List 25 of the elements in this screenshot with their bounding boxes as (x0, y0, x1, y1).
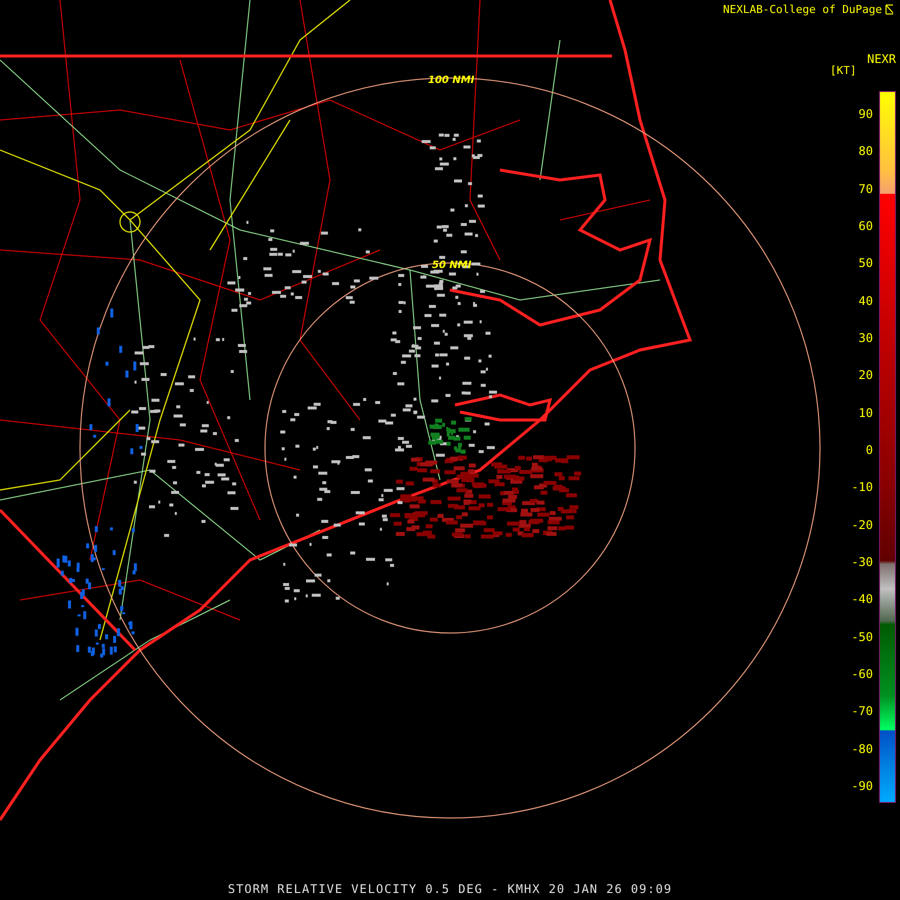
legend-tick-label: -60 (851, 668, 873, 680)
legend-tick-label: 30 (858, 332, 873, 344)
legend-tick-label: 80 (858, 145, 873, 158)
legend-title: NEXR (867, 52, 896, 66)
legend-tick-label: 40 (858, 294, 873, 307)
legend-tick-label: 0 (866, 444, 873, 456)
range-ring-label: 100 NMI (428, 75, 474, 86)
legend-tick-label: 90 (858, 108, 873, 120)
legend-tick-label: -90 (851, 780, 873, 792)
legend-tick-label: 60 (858, 220, 873, 232)
legend-tick-label: -30 (851, 556, 873, 568)
legend-tick-label: 70 (858, 182, 873, 195)
product-caption: STORM RELATIVE VELOCITY 0.5 DEG - KMHX 20 JAN 26 09:09 (226, 881, 674, 898)
legend-tick-label: -20 (851, 518, 873, 531)
credit-text: NEXLAB-College of DuPage (723, 3, 882, 16)
legend-tick-label: -40 (851, 593, 873, 606)
legend-unit: [KT] (830, 64, 856, 77)
legend-tick-label: 10 (858, 406, 873, 419)
legend-tick-label: -50 (851, 630, 873, 643)
legend-tick-label: 50 (858, 257, 873, 270)
legend-tick-label: -10 (851, 481, 873, 494)
cursor-arrow-icon (885, 4, 894, 15)
legend-tick-label: -80 (851, 742, 873, 755)
legend-tick-label: 20 (858, 369, 873, 382)
legend-tick-label: -70 (851, 705, 873, 718)
